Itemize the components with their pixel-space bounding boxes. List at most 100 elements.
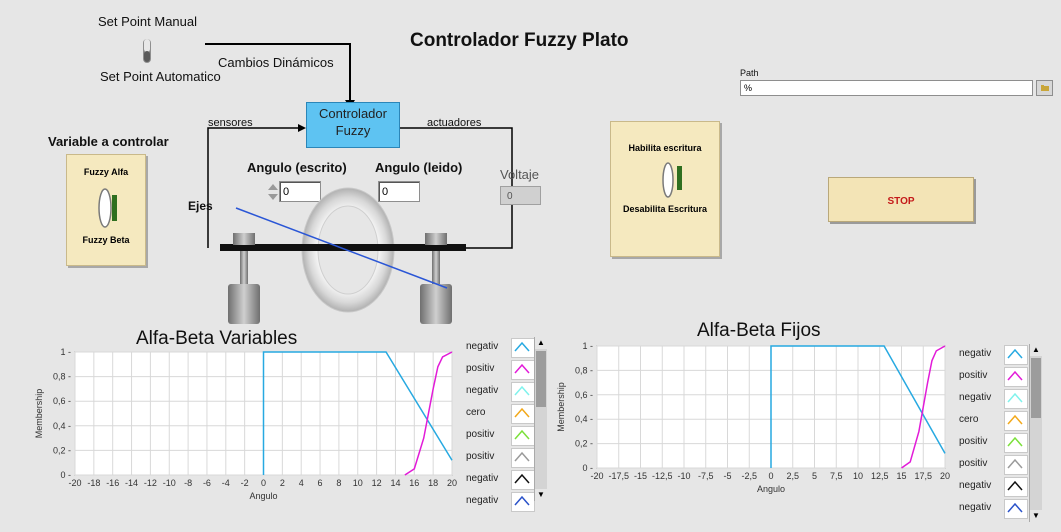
legend-entry-label: negativ	[959, 348, 992, 359]
x-tick-label: -12	[144, 478, 157, 488]
write-enable-panel: Habilita escritura Desabilita Escritura	[610, 121, 720, 257]
legend-entry-label: negativ	[959, 392, 992, 403]
folder-icon	[1041, 85, 1049, 91]
x-tick-label: 17,5	[914, 471, 932, 481]
legend-entry-label: positiv	[466, 363, 495, 374]
y-axis-label: Membership	[34, 389, 44, 439]
x-tick-label: -15	[634, 471, 647, 481]
legend-swatch-icon[interactable]	[511, 338, 535, 358]
x-tick-label: -6	[203, 478, 211, 488]
x-tick-label: 2,5	[786, 471, 799, 481]
path-label: Path	[740, 68, 759, 78]
browse-folder-button[interactable]	[1036, 80, 1053, 96]
y-tick-label: 0,6 -	[575, 390, 593, 400]
legend-swatch-icon[interactable]	[1004, 477, 1028, 497]
stop-button-label: STOP	[887, 196, 915, 207]
legend-swatch-icon[interactable]	[511, 448, 535, 468]
x-tick-label: -4	[222, 478, 230, 488]
x-tick-label: -7,5	[698, 471, 714, 481]
y-tick-label: 0,6 -	[53, 396, 71, 406]
legend-entry-label: positiv	[959, 436, 988, 447]
x-tick-label: -5	[723, 471, 731, 481]
legend-swatch-icon[interactable]	[1004, 345, 1028, 365]
y-tick-label: 0 -	[582, 463, 593, 473]
legend-entry-label: positiv	[466, 429, 495, 440]
x-tick-label: 8	[336, 478, 341, 488]
chart-right-legend-scrollbar[interactable]: ▲ ▼	[1029, 344, 1042, 522]
legend-swatch-icon[interactable]	[511, 404, 535, 424]
write-toggle-switch[interactable]	[659, 158, 683, 202]
legend-swatch-icon[interactable]	[511, 470, 535, 490]
y-tick-label: 1 -	[582, 341, 593, 351]
legend-entry-label: negativ	[466, 495, 499, 506]
x-tick-label: 10	[853, 471, 863, 481]
x-tick-label: -8	[184, 478, 192, 488]
scroll-up-icon[interactable]: ▲	[535, 337, 547, 349]
legend-entry-label: negativ	[466, 341, 499, 352]
legend-entry-label: positiv	[959, 458, 988, 469]
chart-left-svg[interactable]: -20 -18 -16 -14 -12 -10 -8 -6 -4 -2 0 2 4 6 8 10 12 14 16 1…	[0, 340, 470, 532]
legend-swatch-icon[interactable]	[1004, 433, 1028, 453]
x-tick-label: 0	[768, 471, 773, 481]
x-tick-label: 2	[280, 478, 285, 488]
x-tick-label: 15	[896, 471, 906, 481]
legend-entry-label: positiv	[466, 451, 495, 462]
legend-swatch-icon[interactable]	[1004, 455, 1028, 475]
x-tick-label: -2,5	[741, 471, 757, 481]
legend-swatch-icon[interactable]	[511, 492, 535, 512]
x-tick-label: 20	[447, 478, 457, 488]
front-panel: Controlador Fuzzy Plato Set Point Manual…	[0, 0, 1061, 532]
stop-button[interactable]: STOP	[828, 177, 974, 222]
scroll-thumb[interactable]	[1031, 358, 1041, 418]
y-tick-label: 0,4 -	[53, 421, 71, 431]
chart-right-svg[interactable]: -20 -17,5 -15 -12,5 -10 -7,5 -5 -2,5 0 2,5 5 7,5 10 1…	[540, 334, 960, 532]
x-tick-label: 0	[261, 478, 266, 488]
x-tick-label: -14	[125, 478, 138, 488]
x-tick-label: 12,5	[871, 471, 889, 481]
scroll-thumb[interactable]	[536, 351, 546, 407]
legend-swatch-icon[interactable]	[511, 360, 535, 380]
scroll-up-icon[interactable]: ▲	[1030, 344, 1042, 356]
x-tick-label: 5	[812, 471, 817, 481]
legend-entry-label: cero	[466, 407, 486, 418]
legend-entry-label: negativ	[959, 480, 992, 491]
x-tick-label: -10	[677, 471, 690, 481]
y-tick-label: 0,4 -	[575, 414, 593, 424]
y-axis-label: Membership	[556, 382, 566, 432]
legend-swatch-icon[interactable]	[1004, 499, 1028, 519]
path-value: %	[744, 83, 753, 93]
x-tick-label: 16	[409, 478, 419, 488]
legend-swatch-icon[interactable]	[511, 382, 535, 402]
y-tick-label: 0,2 -	[53, 445, 71, 455]
scroll-down-icon[interactable]: ▼	[1030, 510, 1042, 522]
y-tick-label: 0,8 -	[53, 372, 71, 382]
x-tick-label: 4	[299, 478, 304, 488]
x-tick-label: 18	[428, 478, 438, 488]
x-tick-label: -18	[87, 478, 100, 488]
legend-swatch-icon[interactable]	[1004, 367, 1028, 387]
x-tick-label: 10	[353, 478, 363, 488]
y-tick-label: 0,8 -	[575, 365, 593, 375]
legend-entry-label: negativ	[466, 473, 499, 484]
x-tick-label: 20	[940, 471, 950, 481]
path-input[interactable]: %	[740, 80, 1033, 96]
x-tick-label: -2	[241, 478, 249, 488]
x-tick-label: 12	[372, 478, 382, 488]
legend-swatch-icon[interactable]	[1004, 411, 1028, 431]
x-tick-label: 6	[318, 478, 323, 488]
x-tick-label: -10	[163, 478, 176, 488]
legend-swatch-icon[interactable]	[511, 426, 535, 446]
legend-entry-label: negativ	[959, 502, 992, 513]
y-tick-label: 0,2 -	[575, 439, 593, 449]
x-axis-label: Angulo	[757, 484, 785, 494]
x-tick-label: -17,5	[608, 471, 629, 481]
x-tick-label: 7,5	[830, 471, 843, 481]
y-tick-label: 0 -	[60, 470, 71, 480]
legend-entry-label: cero	[959, 414, 979, 425]
legend-entry-label: negativ	[466, 385, 499, 396]
x-tick-label: -12,5	[652, 471, 673, 481]
habilita-escritura-label: Habilita escritura	[628, 143, 702, 153]
legend-swatch-icon[interactable]	[1004, 389, 1028, 409]
chart-left-legend-scrollbar[interactable]: ▲ ▼	[534, 337, 547, 501]
scroll-down-icon[interactable]: ▼	[535, 489, 547, 501]
